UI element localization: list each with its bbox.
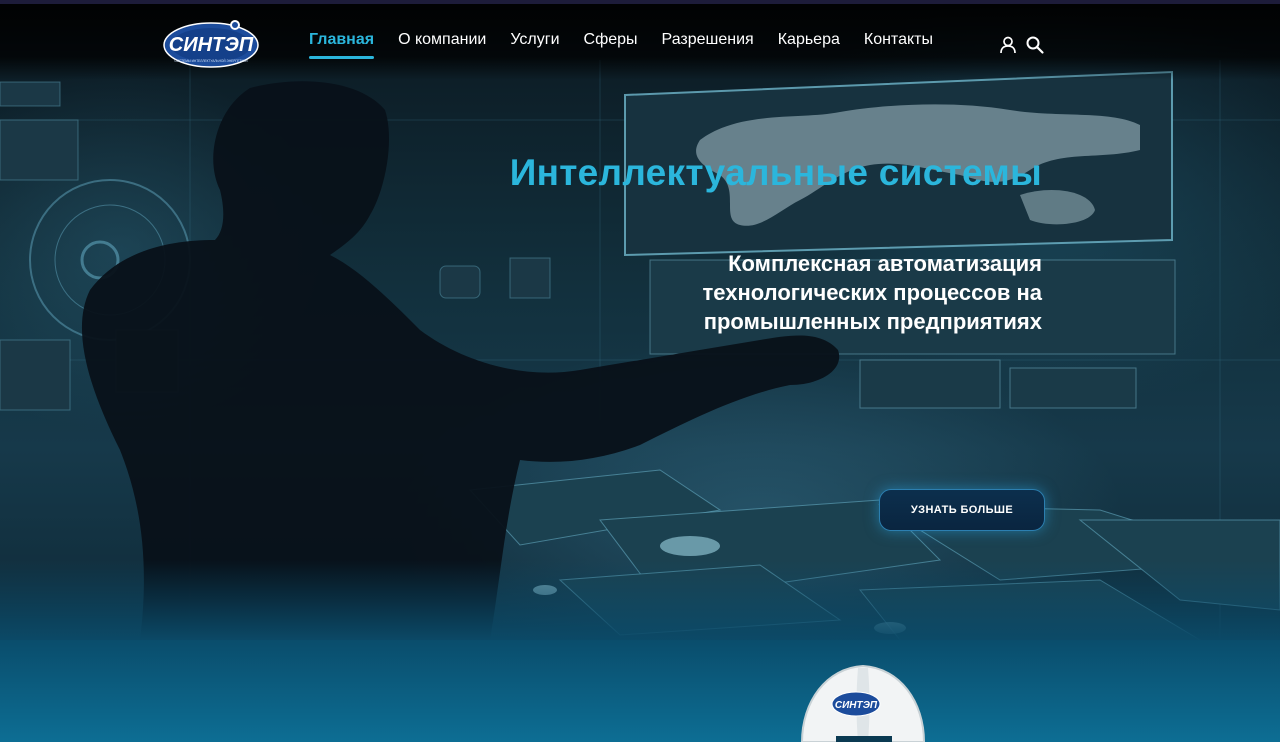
company-logo[interactable]: СИНТЭП СИСТЕМЫ ИНТЕЛЛЕКТУАЛЬНОЙ ЭНЕРГЕТИ… xyxy=(163,18,259,70)
nav-item-about[interactable]: О компании xyxy=(398,30,486,50)
site-header: СИНТЭП СИСТЕМЫ ИНТЕЛЛЕКТУАЛЬНОЙ ЭНЕРГЕТИ… xyxy=(0,4,1280,80)
logo-tagline: СИСТЕМЫ ИНТЕЛЛЕКТУАЛЬНОЙ ЭНЕРГЕТИКИ xyxy=(174,59,248,63)
page: СИНТЭП СИСТЕМЫ ИНТЕЛЛЕКТУАЛЬНОЙ ЭНЕРГЕТИ… xyxy=(0,0,1280,742)
nav-item-spheres[interactable]: Сферы xyxy=(584,30,638,50)
nav-item-services[interactable]: Услуги xyxy=(510,30,559,50)
user-icon[interactable] xyxy=(998,35,1018,55)
helmet-logo-text: СИНТЭП xyxy=(835,700,878,711)
next-section-band xyxy=(0,640,1280,742)
search-icon[interactable] xyxy=(1025,35,1045,55)
helmet-image: СИНТЭП xyxy=(800,664,926,742)
hero-subtitle: Комплексная автоматизация технологически… xyxy=(702,251,1043,334)
nav-item-permits[interactable]: Разрешения xyxy=(662,30,754,50)
main-nav: Главная О компании Услуги Сферы Разрешен… xyxy=(309,30,957,59)
top-border xyxy=(0,0,1280,4)
nav-item-career[interactable]: Карьера xyxy=(778,30,840,50)
learn-more-button[interactable]: УЗНАТЬ БОЛЬШЕ xyxy=(879,489,1045,531)
hero-title: Интеллектуальные системы xyxy=(509,152,1042,193)
nav-item-contacts[interactable]: Контакты xyxy=(864,30,933,50)
logo-text: СИНТЭП xyxy=(169,34,254,56)
nav-item-home[interactable]: Главная xyxy=(309,30,375,59)
